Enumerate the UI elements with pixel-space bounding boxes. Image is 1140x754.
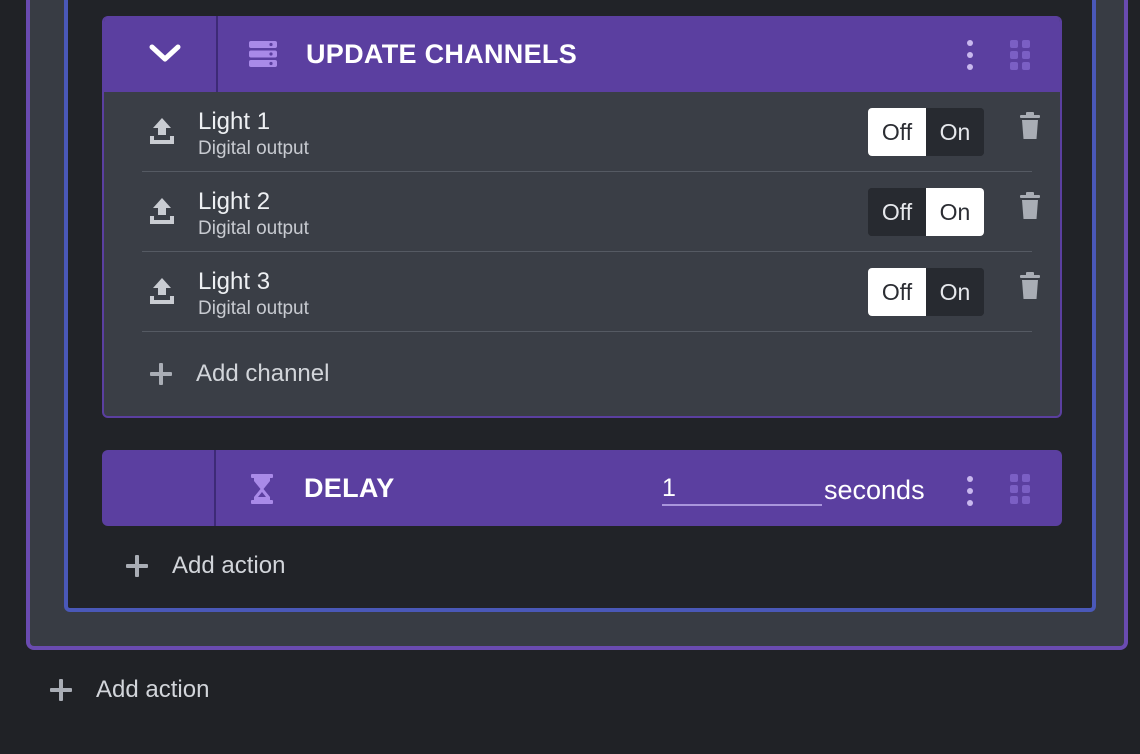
delay-unit-label: seconds xyxy=(824,475,925,505)
on-off-toggle[interactable]: Off On xyxy=(868,268,984,316)
trash-icon[interactable] xyxy=(1018,192,1042,220)
on-off-toggle[interactable]: Off On xyxy=(868,188,984,236)
plus-icon xyxy=(150,363,172,385)
toggle-off-option[interactable]: Off xyxy=(868,268,926,316)
add-action-label: Add action xyxy=(172,552,286,579)
channel-row-light-2: Light 2 Digital output Off On xyxy=(142,172,1040,252)
delay-seconds-input[interactable] xyxy=(662,472,822,506)
collapse-button[interactable] xyxy=(104,16,216,92)
toggle-on-option[interactable]: On xyxy=(926,268,984,316)
plus-icon xyxy=(126,555,148,577)
add-action-button-inner[interactable]: Add action xyxy=(126,552,285,580)
hourglass-icon xyxy=(251,474,273,504)
upload-tray-icon xyxy=(150,278,174,304)
kebab-menu-icon[interactable] xyxy=(966,40,974,70)
toggle-off-option[interactable]: Off xyxy=(868,108,926,156)
channel-row-light-3: Light 3 Digital output Off On xyxy=(142,252,1040,332)
channel-name: Light 1 xyxy=(198,108,271,135)
upload-tray-icon xyxy=(150,198,174,224)
channel-type: Digital output xyxy=(198,138,309,159)
add-channel-label: Add channel xyxy=(196,360,330,387)
kebab-menu-icon[interactable] xyxy=(966,476,974,506)
toggle-on-option[interactable]: On xyxy=(926,188,984,236)
channel-name: Light 3 xyxy=(198,268,271,295)
upload-tray-icon xyxy=(150,118,174,144)
plus-icon xyxy=(50,679,72,701)
add-action-button-outer[interactable]: Add action xyxy=(50,676,209,704)
server-stack-icon xyxy=(249,41,277,67)
channel-type: Digital output xyxy=(198,298,309,319)
channel-name: Light 2 xyxy=(198,188,271,215)
chevron-down-icon xyxy=(149,44,181,62)
trash-icon[interactable] xyxy=(1018,112,1042,140)
drag-grip-icon[interactable] xyxy=(1010,474,1032,504)
toggle-off-option[interactable]: Off xyxy=(868,188,926,236)
drag-grip-icon[interactable] xyxy=(1010,40,1032,70)
delay-title: DELAY xyxy=(304,473,395,503)
add-action-label: Add action xyxy=(96,676,210,703)
channel-type: Digital output xyxy=(198,218,309,239)
row-divider xyxy=(142,331,1032,332)
update-channels-card: UPDATE CHANNELS Light 1 Digital output O… xyxy=(102,16,1062,418)
trash-icon[interactable] xyxy=(1018,272,1042,300)
on-off-toggle[interactable]: Off On xyxy=(868,108,984,156)
add-channel-button[interactable]: Add channel xyxy=(150,360,329,388)
delay-card: DELAY seconds xyxy=(102,450,1062,526)
update-channels-header: UPDATE CHANNELS xyxy=(104,16,1060,92)
toggle-on-option[interactable]: On xyxy=(926,108,984,156)
header-divider xyxy=(216,16,218,92)
header-divider xyxy=(214,450,216,526)
update-channels-title: UPDATE CHANNELS xyxy=(306,39,578,69)
channel-row-light-1: Light 1 Digital output Off On xyxy=(142,92,1040,172)
